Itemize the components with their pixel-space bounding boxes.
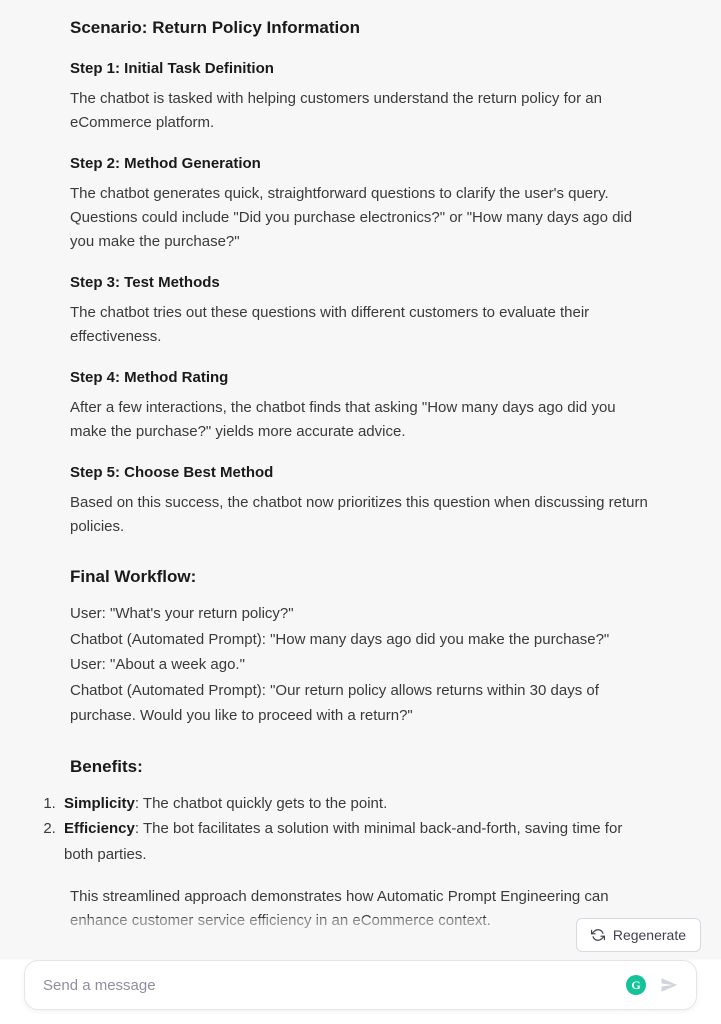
regenerate-container: Regenerate <box>576 918 701 952</box>
step-3-heading: Step 3: Test Methods <box>70 274 651 291</box>
workflow-line-2: Chatbot (Automated Prompt): "How many da… <box>70 627 651 653</box>
workflow-line-3: User: "About a week ago." <box>70 652 651 678</box>
workflow-line-1: User: "What's your return policy?" <box>70 601 651 627</box>
step-5-body: Based on this success, the chatbot now p… <box>70 491 651 539</box>
step-1-heading: Step 1: Initial Task Definition <box>70 60 651 77</box>
article-content: Scenario: Return Policy Information Step… <box>0 0 721 1024</box>
composer-area: G <box>0 959 721 1024</box>
benefits-closing: This streamlined approach demonstrates h… <box>70 885 651 933</box>
benefits-heading: Benefits: <box>70 757 651 777</box>
regenerate-button[interactable]: Regenerate <box>576 918 701 952</box>
send-icon <box>660 976 678 994</box>
workflow-line-4: Chatbot (Automated Prompt): "Our return … <box>70 678 651 729</box>
benefits-list: Simplicity: The chatbot quickly gets to … <box>60 791 651 868</box>
grammarly-icon[interactable]: G <box>626 975 646 995</box>
workflow-heading: Final Workflow: <box>70 567 651 587</box>
step-4-heading: Step 4: Method Rating <box>70 369 651 386</box>
send-button[interactable] <box>660 976 678 994</box>
grammarly-glyph: G <box>631 978 640 993</box>
step-4-body: After a few interactions, the chatbot fi… <box>70 396 651 444</box>
step-3-body: The chatbot tries out these questions wi… <box>70 301 651 349</box>
benefit-item-2: Efficiency: The bot facilitates a soluti… <box>60 816 651 867</box>
scenario-title: Scenario: Return Policy Information <box>70 18 651 38</box>
step-2-body: The chatbot generates quick, straightfor… <box>70 182 651 254</box>
message-input[interactable] <box>43 977 626 994</box>
benefit-1-desc: : The chatbot quickly gets to the point. <box>135 795 387 812</box>
benefit-2-term: Efficiency <box>64 820 135 837</box>
benefit-1-term: Simplicity <box>64 795 135 812</box>
regenerate-label: Regenerate <box>613 927 686 943</box>
step-5-heading: Step 5: Choose Best Method <box>70 464 651 481</box>
benefit-item-1: Simplicity: The chatbot quickly gets to … <box>60 791 651 817</box>
refresh-icon <box>591 928 605 942</box>
step-1-body: The chatbot is tasked with helping custo… <box>70 87 651 135</box>
message-input-container: G <box>24 960 697 1010</box>
benefit-2-desc: : The bot facilitates a solution with mi… <box>64 820 622 863</box>
step-2-heading: Step 2: Method Generation <box>70 155 651 172</box>
